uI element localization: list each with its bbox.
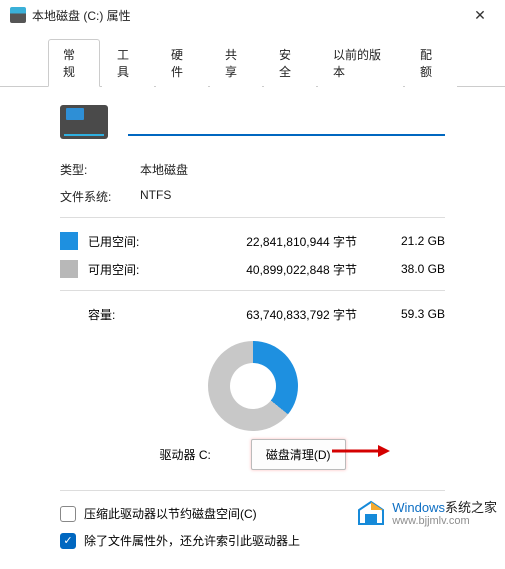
used-swatch xyxy=(60,232,78,250)
tab-content: 类型: 本地磁盘 文件系统: NTFS 已用空间: 22,841,810,944… xyxy=(0,87,505,569)
drive-icon xyxy=(60,105,108,139)
tab-strip: 常规 工具 硬件 共享 安全 以前的版本 配额 xyxy=(0,30,505,87)
usage-donut-chart xyxy=(208,341,298,431)
disk-cleanup-button[interactable]: 磁盘清理(D) xyxy=(251,439,346,470)
capacity-swatch-placeholder xyxy=(60,305,78,323)
free-bytes: 40,899,022,848 字节 xyxy=(166,261,385,278)
compress-label: 压缩此驱动器以节约磁盘空间(C) xyxy=(84,505,257,522)
free-gb: 38.0 GB xyxy=(385,262,445,276)
divider xyxy=(60,290,445,291)
tab-quota[interactable]: 配额 xyxy=(405,39,457,87)
used-label: 已用空间: xyxy=(88,233,166,250)
tab-sharing[interactable]: 共享 xyxy=(210,39,262,87)
divider xyxy=(60,490,445,491)
filesystem-label: 文件系统: xyxy=(60,188,140,205)
tab-tools[interactable]: 工具 xyxy=(102,39,154,87)
used-bytes: 22,841,810,944 字节 xyxy=(166,233,385,250)
free-swatch xyxy=(60,260,78,278)
close-button[interactable]: ✕ xyxy=(465,7,495,24)
watermark: Windows系统之家 www.bjjmlv.com xyxy=(356,499,497,529)
watermark-logo-icon xyxy=(356,499,386,529)
tab-general[interactable]: 常规 xyxy=(48,39,100,87)
drive-icon-small xyxy=(10,7,26,23)
watermark-url: www.bjjmlv.com xyxy=(392,515,497,528)
filesystem-value: NTFS xyxy=(140,188,171,205)
watermark-brand: Windows系统之家 xyxy=(392,500,497,516)
free-label: 可用空间: xyxy=(88,261,166,278)
type-label: 类型: xyxy=(60,161,140,178)
used-gb: 21.2 GB xyxy=(385,234,445,248)
tab-hardware[interactable]: 硬件 xyxy=(156,39,208,87)
type-value: 本地磁盘 xyxy=(140,161,188,178)
window-title: 本地磁盘 (C:) 属性 xyxy=(32,7,465,24)
drive-name-input[interactable] xyxy=(128,108,445,136)
drive-label: 驱动器 C: xyxy=(159,446,210,463)
compress-checkbox[interactable] xyxy=(60,506,76,522)
titlebar: 本地磁盘 (C:) 属性 ✕ xyxy=(0,0,505,30)
capacity-label: 容量: xyxy=(88,306,166,323)
capacity-gb: 59.3 GB xyxy=(385,307,445,321)
tab-previous-versions[interactable]: 以前的版本 xyxy=(318,39,403,87)
tab-security[interactable]: 安全 xyxy=(264,39,316,87)
capacity-bytes: 63,740,833,792 字节 xyxy=(166,306,385,323)
divider xyxy=(60,217,445,218)
